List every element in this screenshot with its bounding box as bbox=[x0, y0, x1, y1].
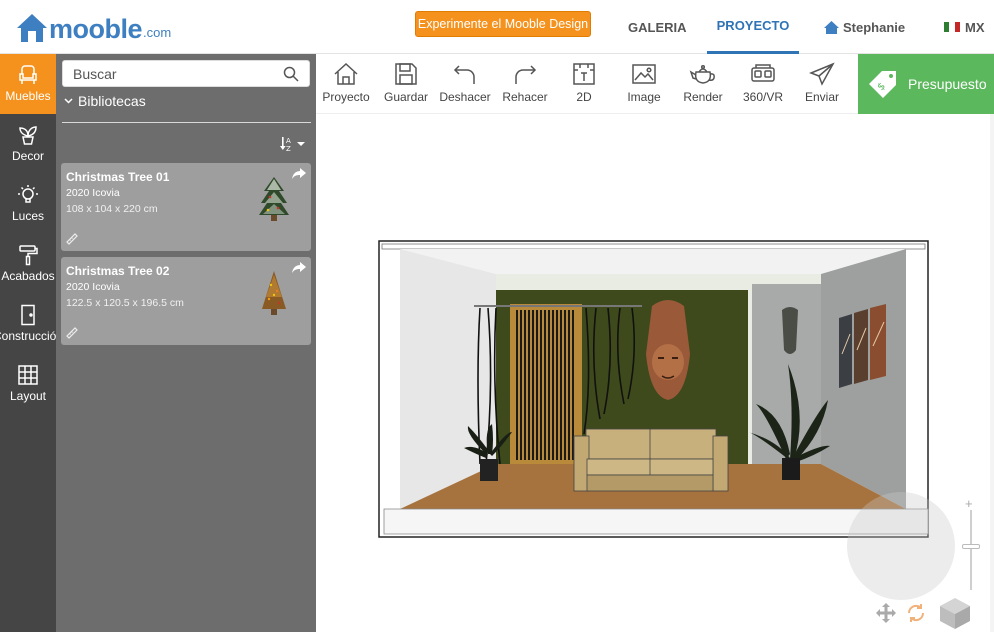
tool-label: Rehacer bbox=[502, 90, 548, 104]
guardar-button[interactable]: Guardar bbox=[382, 54, 430, 114]
top-header: mooble .com Experimente el Mooble Design… bbox=[0, 0, 994, 54]
user-name: Stephanie bbox=[843, 19, 906, 35]
zoom-slider[interactable] bbox=[970, 510, 972, 590]
plan-2d-icon bbox=[573, 63, 595, 85]
scrollbar[interactable] bbox=[990, 114, 994, 632]
library-item[interactable]: Christmas Tree 01 2020 Icovia 108 x 104 … bbox=[61, 163, 311, 251]
vr-button[interactable]: 360/VR bbox=[738, 54, 788, 114]
nav-proyecto[interactable]: PROYECTO bbox=[707, 0, 799, 54]
brand-name: mooble bbox=[49, 14, 143, 44]
tool-label: Deshacer bbox=[439, 90, 491, 104]
mooble-design-button[interactable]: Experimente el Mooble Design bbox=[415, 11, 591, 37]
brand-suffix: .com bbox=[143, 25, 172, 40]
bulb-icon bbox=[18, 185, 38, 203]
divider bbox=[62, 122, 311, 123]
item-title: Christmas Tree 02 bbox=[66, 264, 170, 278]
tool-label: Proyecto bbox=[322, 90, 370, 104]
share-icon[interactable] bbox=[292, 262, 306, 273]
image-icon bbox=[632, 64, 656, 84]
tool-label: Render bbox=[683, 90, 723, 104]
ruler-icon bbox=[66, 233, 78, 245]
share-icon[interactable] bbox=[292, 168, 306, 179]
rehacer-button[interactable]: Rehacer bbox=[500, 54, 550, 114]
rail-label: Muebles bbox=[5, 89, 51, 103]
rotate-icon[interactable] bbox=[905, 602, 927, 624]
tool-label: 2D bbox=[576, 90, 592, 104]
vr-headset-icon bbox=[751, 64, 775, 82]
zoom-plus-icon[interactable]: + bbox=[965, 496, 973, 511]
plant-icon bbox=[19, 126, 37, 145]
christmas-tree-thumbnail bbox=[262, 271, 286, 315]
mooble-logo[interactable]: mooble .com bbox=[16, 8, 171, 44]
home-icon bbox=[334, 62, 358, 85]
item-dimensions: 108 x 104 x 220 cm bbox=[66, 203, 158, 215]
door-icon bbox=[21, 304, 35, 326]
image-button[interactable]: Image bbox=[622, 54, 666, 114]
sort-az-icon: AZ bbox=[280, 137, 305, 152]
sort-button[interactable]: AZ bbox=[280, 136, 306, 152]
libraries-toggle[interactable]: Bibliotecas bbox=[64, 93, 146, 109]
search-icon[interactable] bbox=[283, 66, 299, 82]
budget-label: Presupuesto bbox=[908, 76, 987, 92]
home-icon bbox=[824, 20, 839, 34]
search-box[interactable] bbox=[62, 60, 310, 87]
tool-label: Enviar bbox=[804, 90, 839, 104]
rail-label: Decor bbox=[11, 149, 44, 163]
rail-item-construccion[interactable]: Construcción bbox=[0, 294, 63, 354]
view-2d-button[interactable]: 2D bbox=[566, 54, 602, 114]
rail-label: Construcción bbox=[0, 329, 64, 343]
ruler-icon bbox=[66, 327, 78, 339]
tool-label: Image bbox=[627, 90, 661, 104]
paper-plane-icon bbox=[809, 62, 835, 86]
move-icon[interactable] bbox=[875, 602, 897, 624]
paint-roller-icon bbox=[19, 245, 38, 266]
rail-item-decor[interactable]: Decor bbox=[0, 114, 56, 174]
svg-text:A: A bbox=[286, 137, 291, 145]
library-item[interactable]: Christmas Tree 02 2020 Icovia 122.5 x 12… bbox=[61, 257, 311, 345]
item-dimensions: 122.5 x 120.5 x 196.5 cm bbox=[66, 297, 184, 309]
undo-icon bbox=[453, 65, 475, 84]
chevron-down-icon bbox=[64, 98, 73, 104]
country-code: MX bbox=[965, 19, 985, 35]
redo-icon bbox=[515, 65, 537, 84]
rail-item-acabados[interactable]: Acabados bbox=[0, 234, 56, 294]
user-menu[interactable]: Stephanie bbox=[824, 0, 905, 54]
libraries-label: Bibliotecas bbox=[78, 93, 146, 109]
rail-item-layout[interactable]: Layout bbox=[0, 354, 56, 414]
svg-text:Z: Z bbox=[286, 145, 291, 152]
nav-galeria[interactable]: GALERIA bbox=[628, 0, 687, 54]
library-panel: Bibliotecas AZ Christmas Tree 01 2020 Ic… bbox=[56, 54, 316, 632]
house-logo-icon bbox=[17, 14, 47, 42]
rail-label: Luces bbox=[11, 209, 45, 223]
render-button[interactable]: Render bbox=[680, 54, 726, 114]
search-input[interactable] bbox=[73, 61, 273, 86]
zoom-slider-handle[interactable] bbox=[962, 544, 980, 549]
cube-view-icon[interactable] bbox=[938, 596, 972, 630]
armchair-icon bbox=[19, 65, 37, 84]
tool-label: Guardar bbox=[383, 90, 429, 104]
orbit-control[interactable] bbox=[847, 492, 955, 600]
tool-label: 360/VR bbox=[742, 90, 784, 104]
item-brand: 2020 Icovia bbox=[66, 187, 120, 199]
deshacer-button[interactable]: Deshacer bbox=[438, 54, 492, 114]
teapot-icon bbox=[689, 64, 715, 84]
presupuesto-button[interactable]: $ Presupuesto bbox=[858, 54, 994, 114]
proyecto-button[interactable]: Proyecto bbox=[322, 54, 370, 114]
enviar-button[interactable]: Enviar bbox=[800, 54, 844, 114]
rail-label: Layout bbox=[9, 389, 47, 403]
save-icon bbox=[395, 63, 417, 85]
main-toolbar: Proyecto Guardar Deshacer Rehacer 2D Ima… bbox=[316, 54, 858, 114]
grid-icon bbox=[18, 365, 38, 385]
category-rail: Muebles Decor Luces Acabados Construcció… bbox=[0, 54, 63, 632]
price-tag-icon: $ bbox=[869, 71, 896, 98]
rail-item-luces[interactable]: Luces bbox=[0, 174, 56, 234]
rail-item-muebles[interactable]: Muebles bbox=[0, 54, 56, 114]
mexico-flag-icon bbox=[944, 22, 960, 32]
country-selector[interactable]: MX bbox=[944, 0, 985, 54]
item-title: Christmas Tree 01 bbox=[66, 170, 170, 184]
christmas-tree-thumbnail bbox=[259, 177, 289, 221]
item-brand: 2020 Icovia bbox=[66, 281, 120, 293]
rail-label: Acabados bbox=[1, 269, 55, 283]
